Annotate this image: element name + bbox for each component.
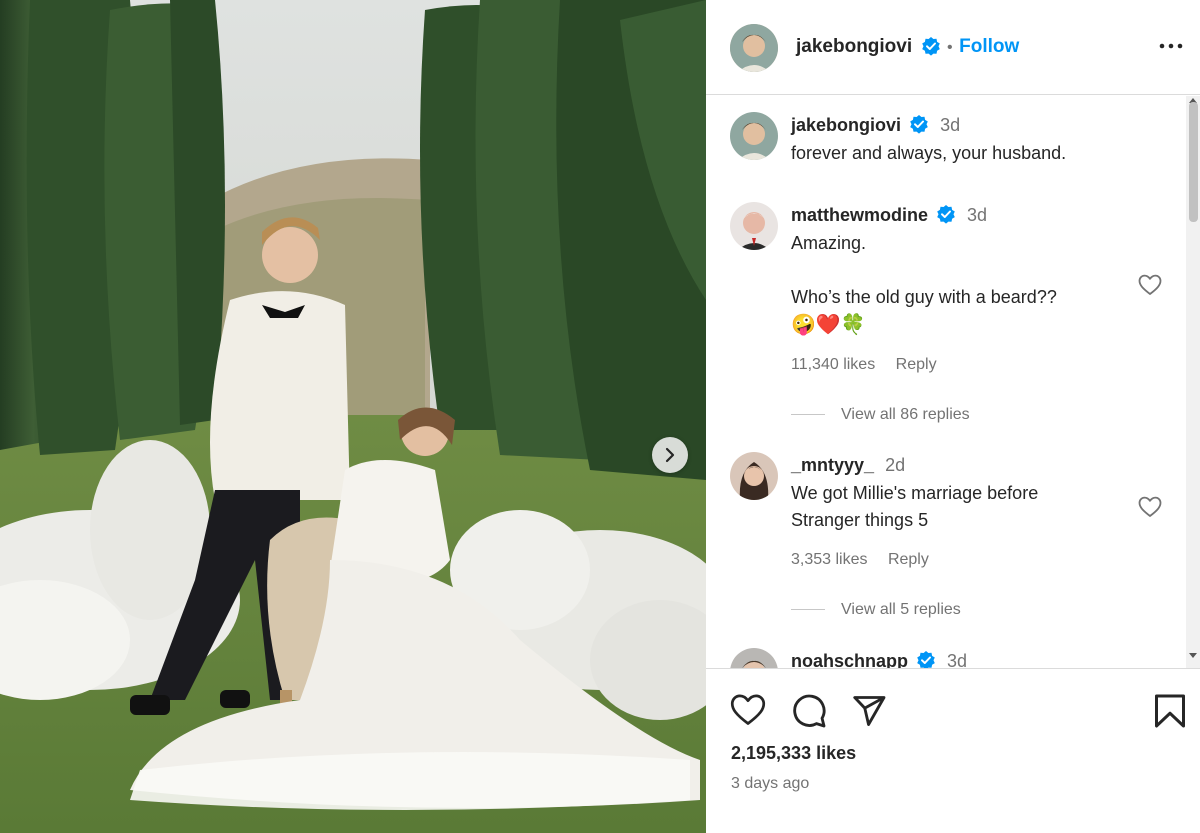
caption-text: forever and always, your husband. bbox=[791, 143, 1067, 163]
comment-text-line: Stranger things 5 bbox=[791, 510, 929, 530]
heart-icon bbox=[1138, 274, 1162, 295]
comment-likes-count[interactable]: 11,340 likes bbox=[791, 356, 875, 373]
post-details-panel: jakebongiovi • Follow jakebongiovi 3d fo… bbox=[706, 0, 1200, 833]
wedding-photo-image bbox=[0, 0, 706, 833]
follow-button[interactable]: Follow bbox=[959, 36, 1019, 57]
comment-text-line: Who’s the old guy with a beard?? bbox=[791, 287, 1057, 307]
comment-text-line: Amazing. bbox=[791, 233, 867, 253]
comments-list[interactable]: jakebongiovi 3d forever and always, your… bbox=[706, 96, 1200, 668]
view-replies-button[interactable]: View all 5 replies bbox=[791, 601, 961, 619]
save-button[interactable] bbox=[1153, 693, 1187, 734]
caption-timestamp[interactable]: 3d bbox=[940, 115, 960, 135]
share-icon bbox=[853, 696, 886, 726]
carousel-next-button[interactable] bbox=[652, 437, 688, 473]
chevron-right-icon bbox=[665, 447, 675, 463]
comment-reply-button[interactable]: Reply bbox=[896, 356, 937, 373]
author-username[interactable]: jakebongiovi bbox=[796, 36, 912, 57]
replies-divider bbox=[791, 609, 825, 611]
heart-icon bbox=[730, 694, 766, 725]
post-photo[interactable] bbox=[0, 0, 706, 833]
caption-avatar[interactable] bbox=[730, 112, 778, 160]
view-replies-label[interactable]: View all 86 replies bbox=[841, 406, 970, 423]
scrollbar-thumb[interactable] bbox=[1189, 102, 1198, 222]
more-options-icon bbox=[1159, 43, 1183, 49]
comment-timestamp[interactable]: 3d bbox=[947, 651, 967, 668]
post-header: jakebongiovi • Follow bbox=[706, 0, 1200, 95]
comment-like-button[interactable] bbox=[1138, 274, 1162, 301]
comment-text-line: We got Millie's marriage before bbox=[791, 483, 1039, 503]
comment-reply-button[interactable]: Reply bbox=[888, 551, 929, 568]
commenter-avatar[interactable] bbox=[730, 648, 778, 668]
view-replies-button[interactable]: View all 86 replies bbox=[791, 406, 970, 424]
scroll-down-arrow[interactable] bbox=[1189, 653, 1197, 658]
comment-icon bbox=[793, 694, 826, 728]
more-options-button[interactable] bbox=[1156, 36, 1186, 56]
post-date: 3 days ago bbox=[731, 775, 810, 792]
commenter-username[interactable]: noahschnapp bbox=[791, 651, 908, 668]
commenter-avatar[interactable] bbox=[730, 202, 778, 250]
comment-timestamp[interactable]: 3d bbox=[967, 205, 987, 225]
commenter-username[interactable]: matthewmodine bbox=[791, 205, 928, 225]
verified-badge-icon bbox=[917, 651, 935, 668]
comment-button[interactable] bbox=[791, 693, 827, 734]
view-replies-label[interactable]: View all 5 replies bbox=[841, 601, 961, 618]
comment-emoji-line: 🤪❤️🍀 bbox=[791, 314, 866, 336]
verified-badge-icon bbox=[937, 205, 955, 224]
bookmark-icon bbox=[1155, 694, 1185, 728]
comment-timestamp[interactable]: 2d bbox=[885, 455, 905, 475]
verified-badge-icon bbox=[921, 36, 940, 56]
heart-icon bbox=[1138, 496, 1162, 517]
comment-like-button[interactable] bbox=[1138, 496, 1162, 523]
verified-badge-icon bbox=[910, 115, 928, 134]
author-avatar[interactable] bbox=[730, 24, 778, 72]
comment-likes-count[interactable]: 3,353 likes bbox=[791, 551, 868, 568]
post-likes-count[interactable]: 2,195,333 likes bbox=[731, 743, 856, 764]
commenter-avatar[interactable] bbox=[730, 452, 778, 500]
caption-username[interactable]: jakebongiovi bbox=[791, 115, 901, 135]
header-separator: • bbox=[947, 39, 953, 56]
like-button[interactable] bbox=[730, 693, 766, 732]
replies-divider bbox=[791, 414, 825, 416]
share-button[interactable] bbox=[851, 693, 887, 734]
commenter-username[interactable]: _mntyyy_ bbox=[791, 455, 874, 475]
post-actions: 2,195,333 likes 3 days ago bbox=[706, 668, 1200, 833]
